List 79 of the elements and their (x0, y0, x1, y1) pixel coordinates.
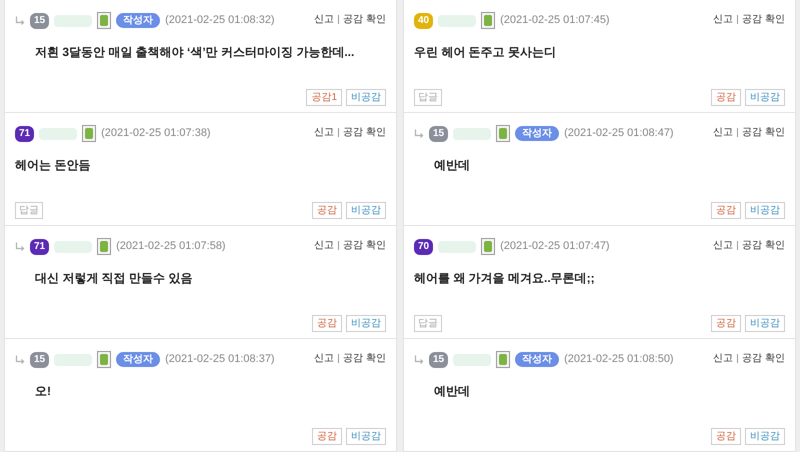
level-badge: 71 (15, 126, 34, 142)
report-link[interactable]: 신고 (314, 125, 334, 140)
empathy-check-link[interactable]: 공감 확인 (742, 12, 785, 27)
timestamp: (2021-02-25 01:08:37) (165, 352, 275, 368)
username-blur (54, 14, 92, 26)
phone-icon (82, 125, 96, 142)
author-badge: 작성자 (515, 352, 560, 367)
comment-text: 헤어를 왜 가겨을 메겨요..무론데;; (414, 270, 596, 287)
like-button[interactable]: 공감 (711, 202, 741, 219)
username-blur (54, 240, 92, 252)
phone-icon (97, 238, 112, 255)
like-button[interactable]: 공감 (312, 428, 342, 445)
level-badge: 70 (414, 238, 434, 254)
timestamp: (2021-02-25 01:08:50) (564, 352, 674, 368)
report-link[interactable]: 신고 (314, 12, 334, 27)
username-blur (54, 354, 92, 366)
comment-text: 예반데 (433, 383, 471, 400)
report-link[interactable]: 신고 (314, 238, 334, 253)
comment-text: 저흰 3달동안 매일 출책해야 ‘색’만 커스터마이징 가능한데... (34, 44, 356, 61)
comment-text: 오! (34, 383, 52, 400)
empathy-check-link[interactable]: 공감 확인 (742, 125, 785, 140)
like-button[interactable]: 공감 (312, 315, 342, 332)
username-blur (39, 128, 78, 140)
comment-text: 대신 저렇게 직접 만들수 있음 (34, 270, 194, 287)
empathy-check-link[interactable]: 공감 확인 (742, 238, 785, 253)
username-blur (438, 14, 476, 26)
dislike-button[interactable]: 비공감 (745, 315, 785, 332)
level-badge: 71 (30, 238, 50, 254)
reply-button[interactable]: 답글 (414, 315, 442, 332)
report-link[interactable]: 신고 (713, 12, 734, 27)
like-button[interactable]: 공감 (711, 89, 741, 106)
timestamp: (2021-02-25 01:07:47) (500, 239, 610, 254)
like-button[interactable]: 공감 (312, 202, 342, 219)
timestamp: (2021-02-25 01:08:32) (165, 13, 275, 28)
level-badge: 15 (30, 12, 50, 28)
reply-button[interactable]: 답글 (414, 89, 442, 106)
report-link[interactable]: 신고 (713, 238, 734, 253)
comment-text: 헤어는 돈안듬 (15, 157, 92, 174)
like-button[interactable]: 공감1 (306, 89, 342, 106)
phone-icon (496, 125, 510, 142)
author-badge: 작성자 (116, 13, 160, 28)
username-blur (453, 128, 492, 140)
timestamp: (2021-02-25 01:07:45) (500, 13, 610, 28)
empathy-check-link[interactable]: 공감 확인 (343, 12, 386, 27)
report-link[interactable]: 신고 (314, 351, 334, 366)
dislike-button[interactable]: 비공감 (346, 89, 386, 106)
empathy-check-link[interactable]: 공감 확인 (742, 351, 785, 366)
comment-text: 우린 헤어 돈주고 못사는디 (414, 44, 558, 61)
comment-text: 예반데 (433, 157, 471, 174)
phone-icon (97, 351, 112, 368)
timestamp: (2021-02-25 01:07:58) (116, 239, 226, 254)
dislike-button[interactable]: 비공감 (745, 428, 785, 445)
dislike-button[interactable]: 비공감 (346, 202, 386, 219)
empathy-check-link[interactable]: 공감 확인 (343, 238, 386, 253)
like-button[interactable]: 공감 (711, 315, 741, 332)
username-blur (438, 240, 476, 252)
phone-icon (481, 238, 496, 255)
phone-icon (496, 351, 510, 368)
report-link[interactable]: 신고 (713, 125, 734, 140)
empathy-check-link[interactable]: 공감 확인 (343, 351, 386, 366)
level-badge: 15 (429, 352, 448, 368)
level-badge: 15 (30, 352, 50, 368)
author-badge: 작성자 (116, 352, 160, 367)
timestamp: (2021-02-25 01:07:38) (101, 126, 211, 142)
dislike-button[interactable]: 비공감 (745, 202, 785, 219)
dislike-button[interactable]: 비공감 (346, 315, 386, 332)
phone-icon (97, 12, 112, 29)
level-badge: 15 (429, 126, 448, 142)
username-blur (453, 354, 492, 366)
like-button[interactable]: 공감 (711, 428, 741, 445)
report-link[interactable]: 신고 (713, 351, 734, 366)
timestamp: (2021-02-25 01:08:47) (564, 126, 674, 142)
dislike-button[interactable]: 비공감 (745, 89, 785, 106)
empathy-check-link[interactable]: 공감 확인 (343, 125, 386, 140)
author-badge: 작성자 (515, 126, 560, 141)
level-badge: 40 (414, 12, 434, 28)
dislike-button[interactable]: 비공감 (346, 428, 386, 445)
reply-button[interactable]: 답글 (15, 202, 43, 219)
phone-icon (481, 12, 496, 29)
